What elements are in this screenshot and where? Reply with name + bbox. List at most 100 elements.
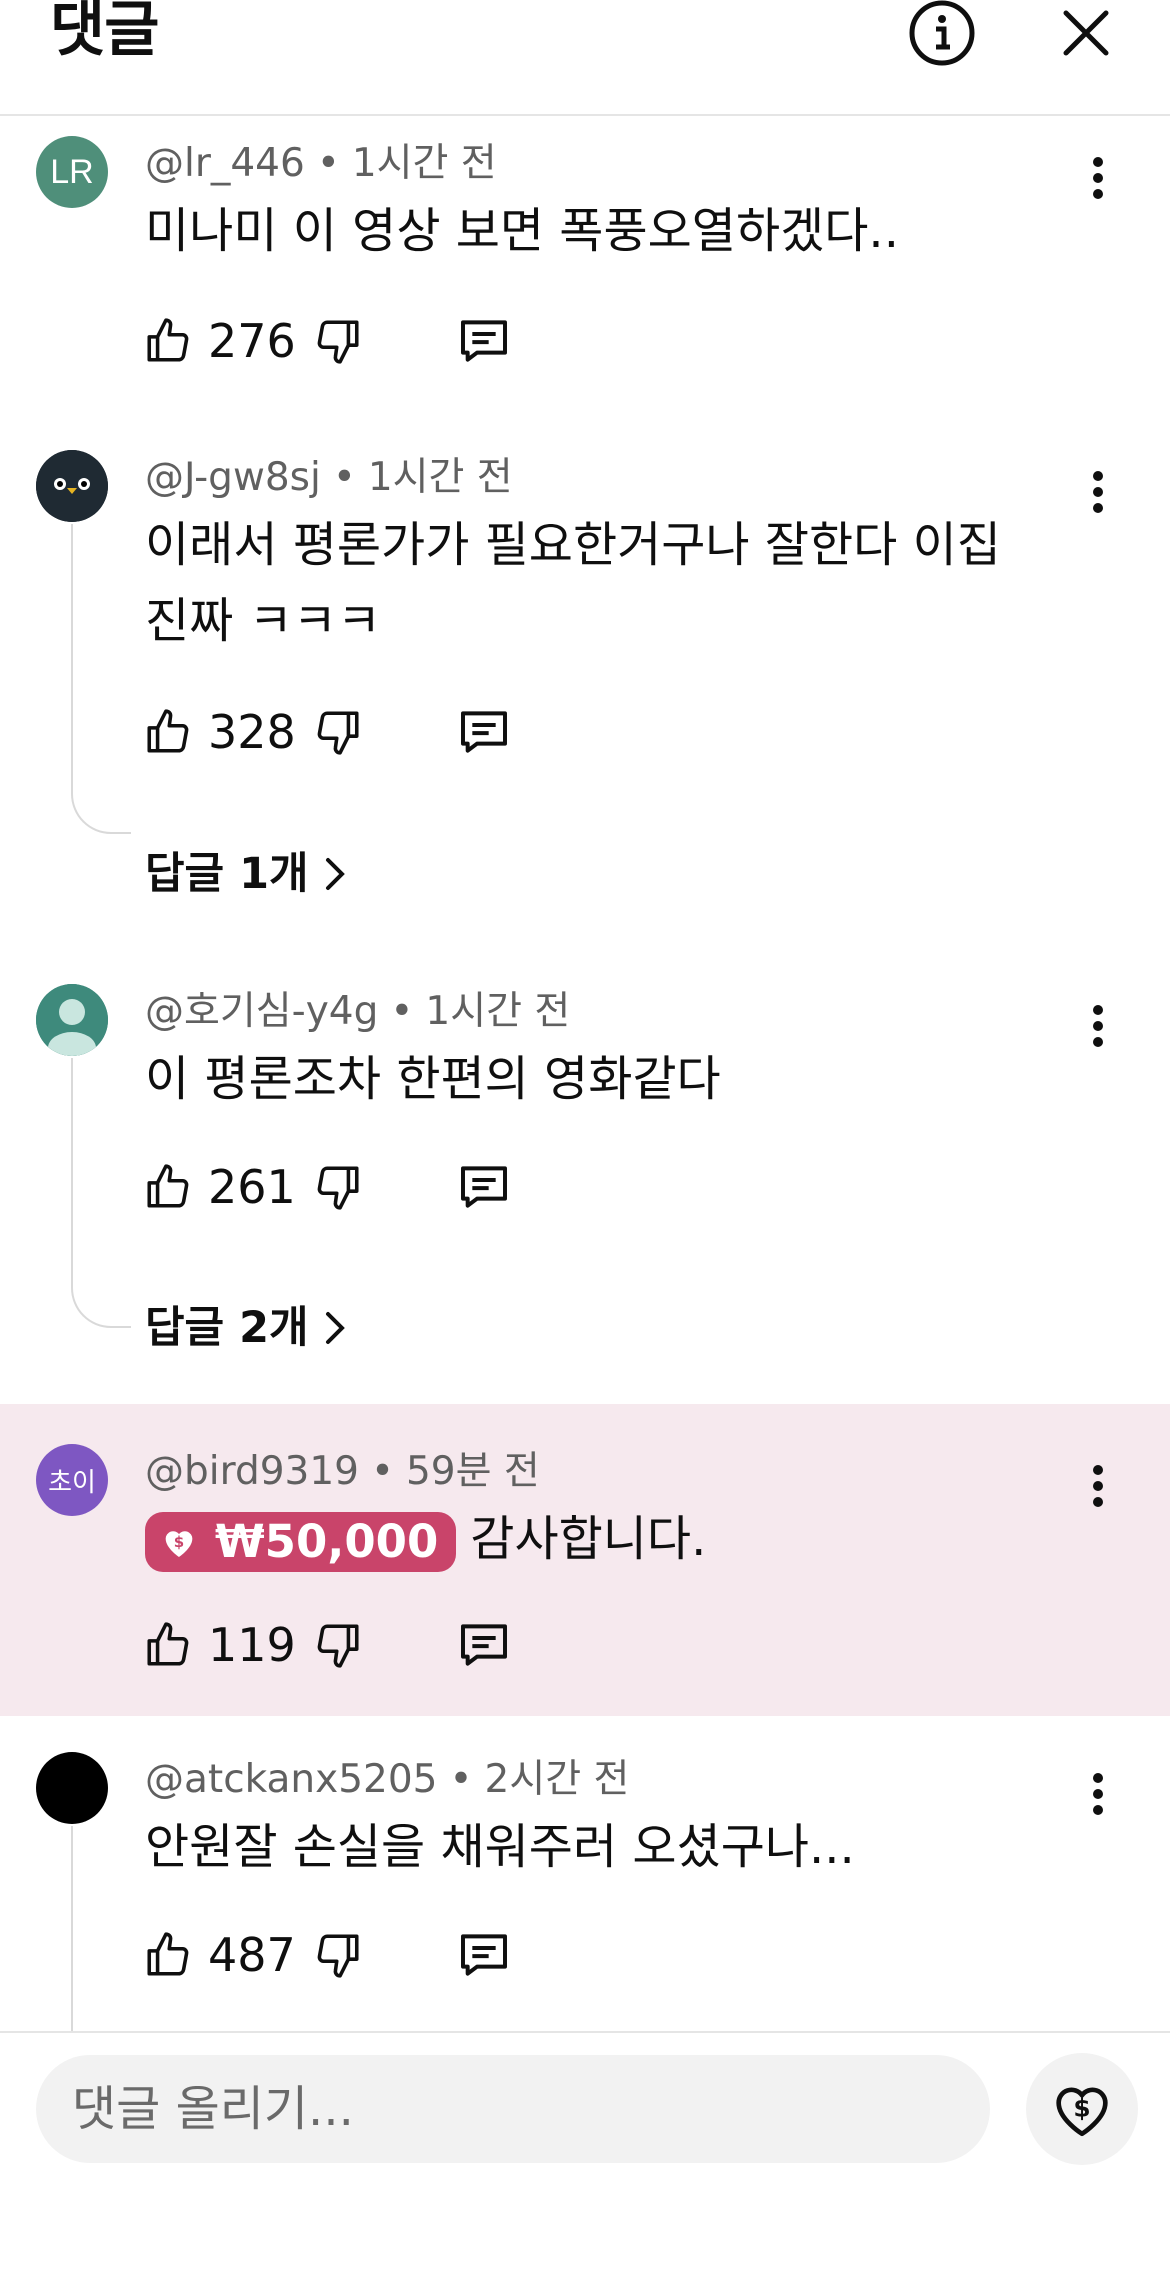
thumb-up-icon <box>147 709 189 753</box>
comment-text: 이래서 평론가가 필요한거구나 잘한다 이집 진짜 ㅋㅋㅋ <box>145 517 1001 649</box>
replies-label: 답글 2개 <box>145 1303 309 1353</box>
more-options-button[interactable] <box>1070 1458 1126 1514</box>
comment-actions: 261 <box>140 1152 512 1222</box>
reply-icon <box>460 1166 507 1208</box>
meta-separator: • <box>332 455 356 500</box>
like-button[interactable] <box>140 1617 196 1673</box>
person-avatar-icon <box>36 984 108 1056</box>
page-title: 댓글 <box>50 0 159 65</box>
svg-text:$: $ <box>1073 2094 1090 2123</box>
meta-separator: • <box>370 1449 394 1494</box>
info-icon <box>909 0 975 66</box>
thumb-up-icon <box>147 1164 189 1208</box>
comment-time[interactable]: 2시간 전 <box>485 1757 630 1802</box>
comment-item: @J-gw8sj • 1시간 전 이래서 평론가가 필요한거구나 잘한다 이집 진짜… <box>0 430 1170 900</box>
more-vert-icon <box>1093 157 1103 199</box>
reply-icon <box>460 320 507 362</box>
chevron-right-icon <box>323 1309 347 1347</box>
more-options-button[interactable] <box>1070 998 1126 1054</box>
comment-text: 미나미 이 영상 보면 폭풍오열하겠다.. <box>145 203 899 259</box>
thumb-down-icon <box>317 1934 359 1978</box>
thumb-down-icon <box>317 711 359 755</box>
more-options-button[interactable] <box>1070 150 1126 206</box>
comment-author[interactable]: @호기심-y4g <box>145 989 378 1034</box>
comment-text: 이 평론조차 한편의 영화같다 <box>145 1051 721 1107</box>
comment-time[interactable]: 1시간 전 <box>352 141 497 186</box>
comment-actions: 276 <box>140 306 512 376</box>
view-replies-button[interactable]: 답글 1개 <box>145 844 347 904</box>
comment-composer: 댓글 올리기... $ <box>0 2031 1170 2289</box>
view-replies-button[interactable]: 답글 2개 <box>145 1298 347 1358</box>
dislike-button[interactable] <box>310 313 366 369</box>
comment-item: @atckanx5205 • 2시간 전 안원잘 손실을 채워주러 오셨구나... … <box>0 1716 1170 2031</box>
more-vert-icon <box>1093 1465 1103 1507</box>
thread-line <box>71 524 131 834</box>
comment-item: @호기심-y4g • 1시간 전 이 평론조차 한편의 영화같다 261 답글 2개 <box>0 964 1170 1404</box>
reply-icon <box>460 1934 507 1976</box>
reply-button[interactable] <box>456 704 512 760</box>
comment-time[interactable]: 1시간 전 <box>368 455 513 500</box>
comment-text: 안원잘 손실을 채워주러 오셨구나... <box>145 1819 855 1875</box>
reply-button[interactable] <box>456 1617 512 1673</box>
close-icon <box>1063 10 1109 56</box>
reply-button[interactable] <box>456 1927 512 1983</box>
avatar[interactable] <box>36 450 108 522</box>
donation-amount: ₩50,000 <box>215 1515 439 1568</box>
close-button[interactable] <box>1046 0 1126 66</box>
avatar-initials: LR <box>36 136 108 208</box>
comments-panel: 댓글 LR @lr_446 • 1시간 전 미나미 이 영상 보면 폭풍오열하겠다.… <box>0 0 1170 2289</box>
avatar[interactable] <box>36 1752 108 1824</box>
comment-input[interactable]: 댓글 올리기... <box>36 2055 990 2163</box>
like-button[interactable] <box>140 1159 196 1215</box>
more-vert-icon <box>1093 1005 1103 1047</box>
like-button[interactable] <box>140 313 196 369</box>
dislike-button[interactable] <box>310 704 366 760</box>
comment-meta: @atckanx5205 • 2시간 전 <box>145 1755 629 1805</box>
comment-time[interactable]: 59분 전 <box>406 1449 540 1494</box>
comment-author[interactable]: @lr_446 <box>145 141 305 186</box>
thumb-down-icon <box>317 320 359 364</box>
like-count: 276 <box>208 314 296 368</box>
like-button[interactable] <box>140 1927 196 1983</box>
more-vert-icon <box>1093 471 1103 513</box>
comment-meta: @호기심-y4g • 1시간 전 <box>145 987 570 1037</box>
comment-item: LR @lr_446 • 1시간 전 미나미 이 영상 보면 폭풍오열하겠다.. 2… <box>0 116 1170 406</box>
avatar[interactable] <box>36 984 108 1056</box>
reply-icon <box>460 1624 507 1666</box>
avatar[interactable]: LR <box>36 136 108 208</box>
more-options-button[interactable] <box>1070 464 1126 520</box>
thumb-up-icon <box>147 318 189 362</box>
info-button[interactable] <box>902 0 982 66</box>
super-thanks-comment: 초이 @bird9319 • 59분 전 $ ₩50,000 감사합니다. 119 <box>0 1404 1170 1716</box>
heart-dollar-icon: $ <box>159 1522 199 1562</box>
thumb-down-icon <box>317 1624 359 1668</box>
meta-separator: • <box>390 989 414 1034</box>
dislike-button[interactable] <box>310 1927 366 1983</box>
comment-message: 감사합니다. <box>470 1511 707 1567</box>
comment-author[interactable]: @J-gw8sj <box>145 455 321 500</box>
dislike-button[interactable] <box>310 1617 366 1673</box>
reply-button[interactable] <box>456 313 512 369</box>
comment-actions: 119 <box>140 1610 512 1680</box>
comment-text: $ ₩50,000 감사합니다. <box>145 1501 1045 1577</box>
comment-author[interactable]: @atckanx5205 <box>145 1757 437 1802</box>
super-thanks-badge: $ ₩50,000 <box>145 1512 457 1572</box>
dislike-button[interactable] <box>310 1159 366 1215</box>
comment-time[interactable]: 1시간 전 <box>425 989 570 1034</box>
thumb-up-icon <box>147 1622 189 1666</box>
replies-label: 답글 1개 <box>145 849 309 899</box>
reply-button[interactable] <box>456 1159 512 1215</box>
penguin-avatar-icon <box>36 450 108 522</box>
meta-separator: • <box>316 141 340 186</box>
super-thanks-button[interactable]: $ <box>1026 2053 1138 2165</box>
comment-author[interactable]: @bird9319 <box>145 1449 359 1494</box>
comment-actions: 487 <box>140 1920 512 1990</box>
meta-separator: • <box>449 1757 473 1802</box>
chevron-right-icon <box>323 855 347 893</box>
comment-meta: @J-gw8sj • 1시간 전 <box>145 453 513 503</box>
avatar[interactable]: 초이 <box>36 1444 108 1516</box>
like-count: 261 <box>208 1160 296 1214</box>
more-options-button[interactable] <box>1070 1766 1126 1822</box>
like-count: 328 <box>208 705 296 759</box>
like-button[interactable] <box>140 704 196 760</box>
